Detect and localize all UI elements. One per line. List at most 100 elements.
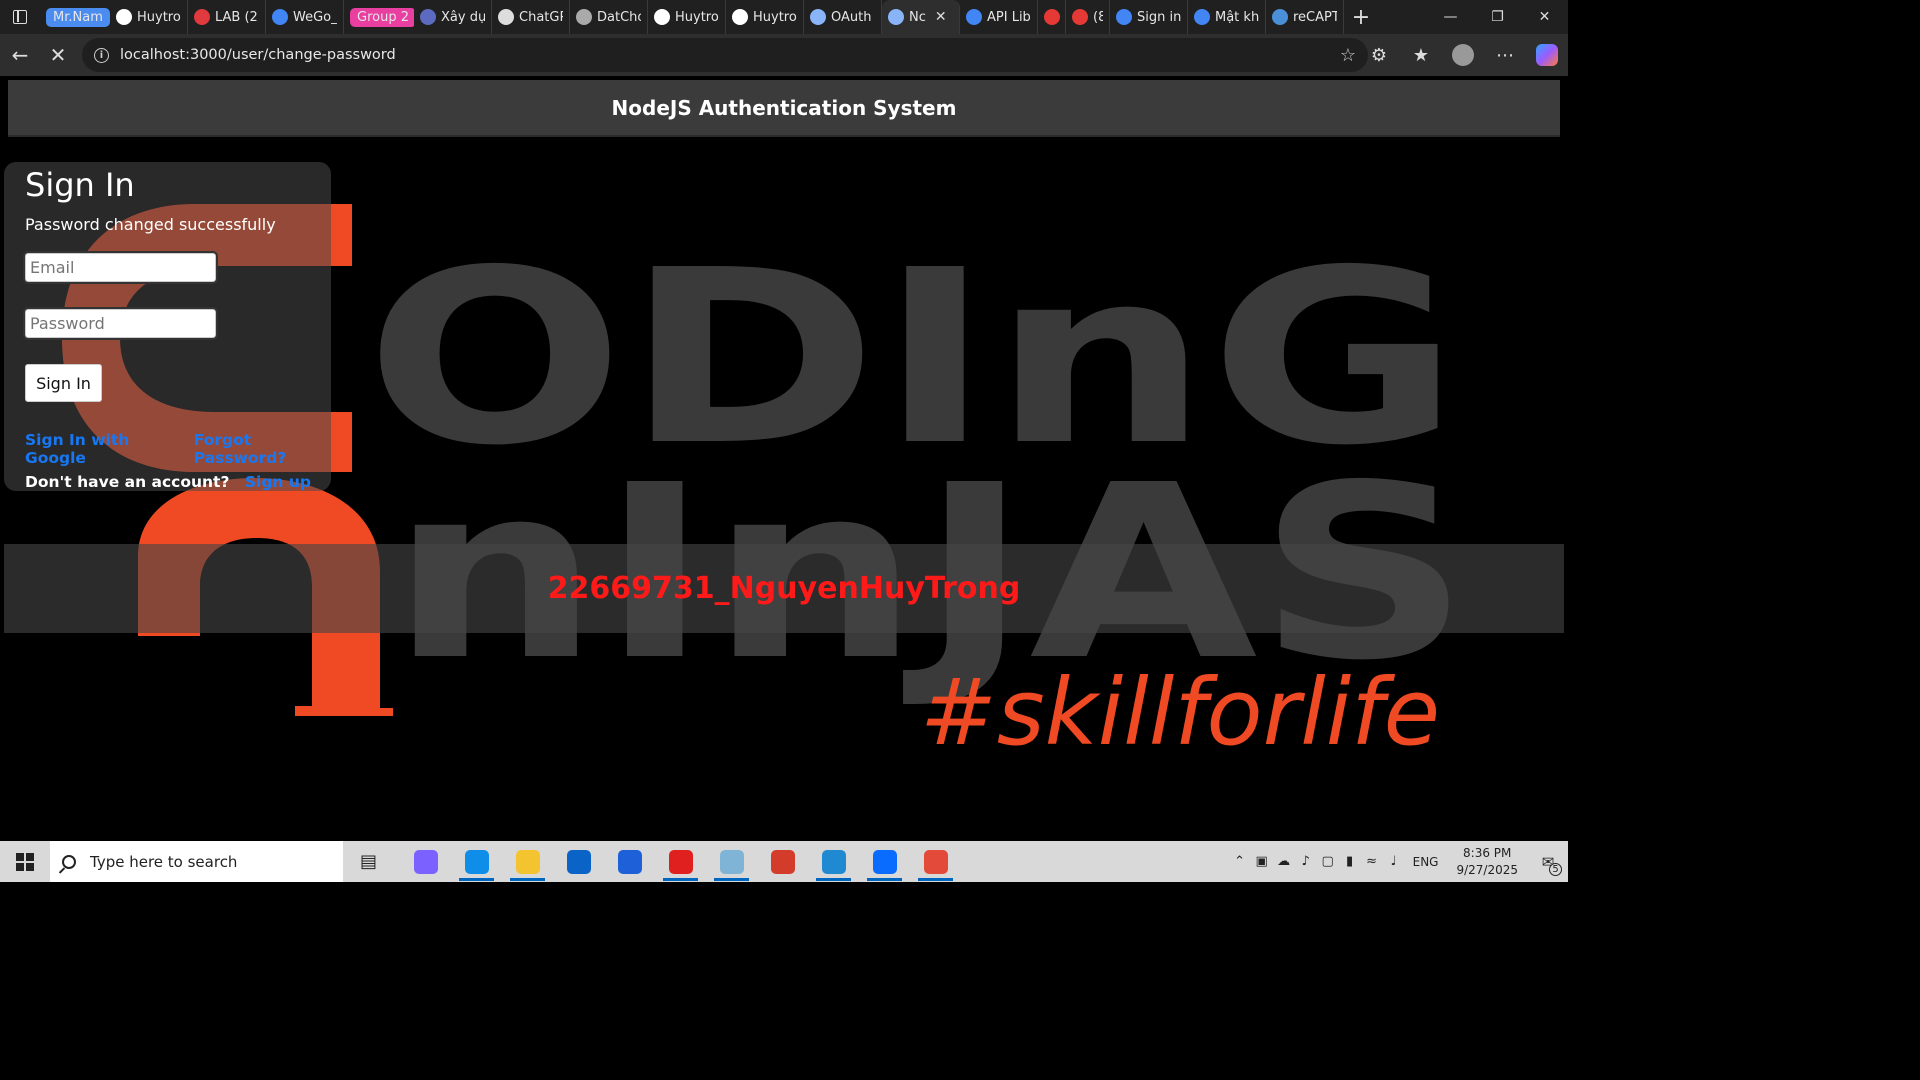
windows-taskbar: Type here to search ▤ ⌃ ▣ ☁ ♪ ▢ ▮ ≈ ♩ EN…: [0, 841, 1568, 882]
browser-tab[interactable]: Mr.Nam: [40, 0, 110, 34]
signup-link[interactable]: Sign up: [245, 473, 311, 491]
pinned-apps: [400, 841, 961, 882]
browser-tab[interactable]: Huytror: [110, 0, 188, 34]
browser-tab-strip: Mr.Nam Huytror LAB (2) WeGo_u Group 2 Xây dựn…: [0, 0, 1568, 34]
tab-title: reCAPT: [1293, 9, 1337, 25]
copilot-icon[interactable]: [1536, 44, 1558, 66]
extensions-button[interactable]: ⚙: [1358, 34, 1400, 76]
paint-icon: [923, 849, 948, 874]
back-button[interactable]: ←: [2, 37, 38, 73]
profile-avatar[interactable]: [1452, 44, 1474, 66]
github-icon: [732, 9, 748, 25]
microphone-icon[interactable]: ♪: [1295, 841, 1317, 882]
favorite-star-icon[interactable]: ☆: [1340, 45, 1356, 66]
browser-tab[interactable]: Nc ✕: [882, 0, 960, 34]
browser-tab[interactable]: (88: [1066, 0, 1110, 34]
address-bar[interactable]: i localhost:3000/user/change-password ☆: [82, 38, 1368, 72]
tab-title: API Libr: [987, 9, 1031, 25]
tab-group-label[interactable]: Mr.Nam: [46, 7, 110, 27]
onedrive-icon[interactable]: ☁: [1273, 841, 1295, 882]
copilot-app[interactable]: [400, 841, 451, 882]
browser-toolbar: ← ✕ i localhost:3000/user/change-passwor…: [0, 34, 1568, 76]
close-tab-icon[interactable]: ✕: [935, 9, 947, 25]
password-field[interactable]: [23, 307, 218, 340]
vscode-app[interactable]: [808, 841, 859, 882]
tab-title: LAB (2): [215, 9, 259, 25]
browser-tab[interactable]: DatCho: [570, 0, 648, 34]
signin-button[interactable]: Sign In: [25, 364, 102, 402]
file-explorer-app[interactable]: [502, 841, 553, 882]
email-field[interactable]: [23, 251, 218, 284]
browser-tab[interactable]: Xây dựn: [414, 0, 492, 34]
web-page: ODInG nInJAS #skillforlife NodeJS Authen…: [0, 76, 1568, 841]
browser-tab[interactable]: reCAPT: [1266, 0, 1344, 34]
browser-tab[interactable]: OAuth (: [804, 0, 882, 34]
tab-list: Mr.Nam Huytror LAB (2) WeGo_u Group 2 Xây dựn…: [40, 0, 1344, 34]
battery-icon[interactable]: ▮: [1339, 841, 1361, 882]
zalo-app[interactable]: [859, 841, 910, 882]
tab-title: Huytror: [137, 9, 181, 25]
browser-tab[interactable]: Sign in: [1110, 0, 1188, 34]
browser-tab[interactable]: Group 2: [344, 0, 414, 34]
docs-icon: [272, 9, 288, 25]
restore-button[interactable]: ❐: [1474, 0, 1521, 34]
edge-app[interactable]: [451, 841, 502, 882]
site-info-icon[interactable]: i: [94, 47, 109, 63]
tab-group-label[interactable]: Group 2: [350, 7, 414, 27]
tab-title: OAuth (: [831, 9, 875, 25]
clock-date: 9/27/2025: [1456, 862, 1518, 877]
tab-title: Xây dựn: [441, 9, 485, 25]
notification-center-button[interactable]: ✉ 5: [1528, 841, 1568, 882]
close-window-button[interactable]: ✕: [1521, 0, 1568, 34]
url-text[interactable]: localhost:3000/user/change-password: [120, 47, 396, 63]
volume-icon[interactable]: ♩: [1383, 841, 1405, 882]
tree-icon: [576, 9, 592, 25]
google-icon: [1116, 9, 1132, 25]
record-icon: [1072, 9, 1088, 25]
minimize-button[interactable]: —: [1427, 0, 1474, 34]
search-placeholder: Type here to search: [90, 852, 238, 871]
app-app[interactable]: [604, 841, 655, 882]
browser-tab[interactable]: Huytror: [648, 0, 726, 34]
browser-tab[interactable]: ChatGP: [492, 0, 570, 34]
meet-icon[interactable]: ▣: [1251, 841, 1273, 882]
paint-app[interactable]: [910, 841, 961, 882]
tab-title: Mật khẩ: [1215, 9, 1259, 25]
browser-tab[interactable]: Mật khẩ: [1188, 0, 1266, 34]
display-icon[interactable]: ▢: [1317, 841, 1339, 882]
browser-tab[interactable]: API Libr: [960, 0, 1038, 34]
clock[interactable]: 8:36 PM 9/27/2025: [1456, 845, 1518, 879]
new-tab-button[interactable]: +: [1344, 5, 1378, 30]
git-icon: [770, 849, 795, 874]
wifi-icon[interactable]: ≈: [1361, 841, 1383, 882]
favorites-button[interactable]: ★: [1400, 34, 1442, 76]
more-menu-button[interactable]: ⋯: [1484, 34, 1526, 76]
browser-tab[interactable]: [1038, 0, 1066, 34]
tray-overflow-icon[interactable]: ⌃: [1229, 841, 1251, 882]
recaptcha-icon: [1272, 9, 1288, 25]
github-icon: [116, 9, 132, 25]
browser-tab[interactable]: LAB (2): [188, 0, 266, 34]
wps-app[interactable]: [655, 841, 706, 882]
browser-tab[interactable]: Huytror: [726, 0, 804, 34]
taskbar-search[interactable]: Type here to search: [50, 841, 343, 882]
forgot-password-link[interactable]: Forgot Password?: [194, 431, 331, 467]
start-button[interactable]: [0, 841, 50, 882]
stop-loading-button[interactable]: ✕: [40, 37, 76, 73]
language-indicator[interactable]: ENG: [1413, 855, 1439, 869]
windows-logo-icon: [16, 852, 34, 871]
google-signin-link[interactable]: Sign In with Google: [25, 431, 176, 467]
tab-title: ChatGP: [519, 9, 563, 25]
clock-time: 8:36 PM: [1463, 845, 1512, 860]
notepad-app[interactable]: [706, 841, 757, 882]
tab-actions-button[interactable]: [0, 0, 40, 34]
window-controls: — ❐ ✕: [1427, 0, 1568, 34]
outlook-app[interactable]: [553, 841, 604, 882]
browser-tab[interactable]: WeGo_u: [266, 0, 344, 34]
tab-title: (88: [1093, 9, 1103, 25]
tab-title: Huytror: [753, 9, 797, 25]
git-app[interactable]: [757, 841, 808, 882]
edge-icon: [464, 849, 489, 874]
task-view-button[interactable]: ▤: [343, 841, 394, 882]
no-account-text: Don't have an account?: [25, 473, 230, 491]
